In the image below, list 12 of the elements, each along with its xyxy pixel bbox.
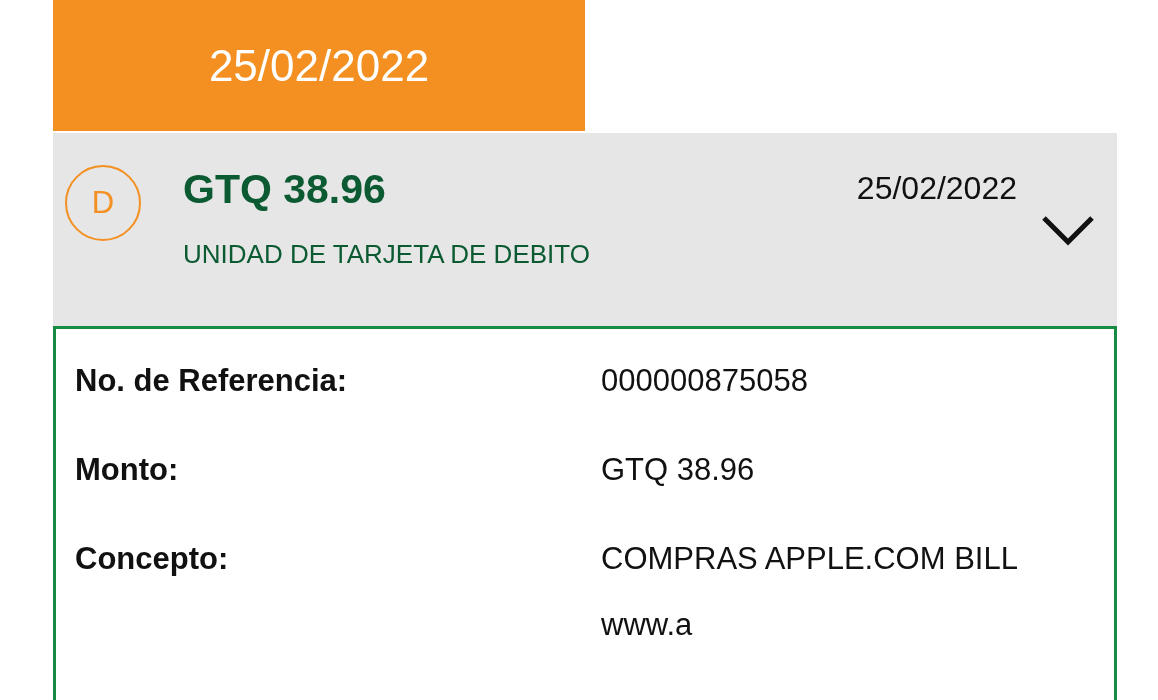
description-text: UNIDAD DE TARJETA DE DEBITO bbox=[183, 239, 591, 270]
detail-value: COMPRAS APPLE.COM BILL www.a bbox=[601, 540, 1018, 644]
detail-label: No. de Referencia: bbox=[75, 362, 349, 400]
chevron-icon[interactable] bbox=[1041, 214, 1095, 246]
detail-label: Monto: bbox=[75, 451, 180, 489]
type-badge: D bbox=[65, 165, 141, 241]
detail-value: GTQ 38.96 bbox=[601, 451, 756, 489]
amount-text: GTQ 38.96 bbox=[183, 166, 387, 213]
transaction-header[interactable]: D GTQ 38.96 UNIDAD DE TARJETA DE DEBITO 25/02/2022 bbox=[53, 133, 1117, 326]
detail-label: Concepto: bbox=[75, 540, 230, 578]
detail-value: 000000875058 bbox=[601, 362, 809, 400]
date-text: 25/02/2022 bbox=[856, 170, 1017, 207]
